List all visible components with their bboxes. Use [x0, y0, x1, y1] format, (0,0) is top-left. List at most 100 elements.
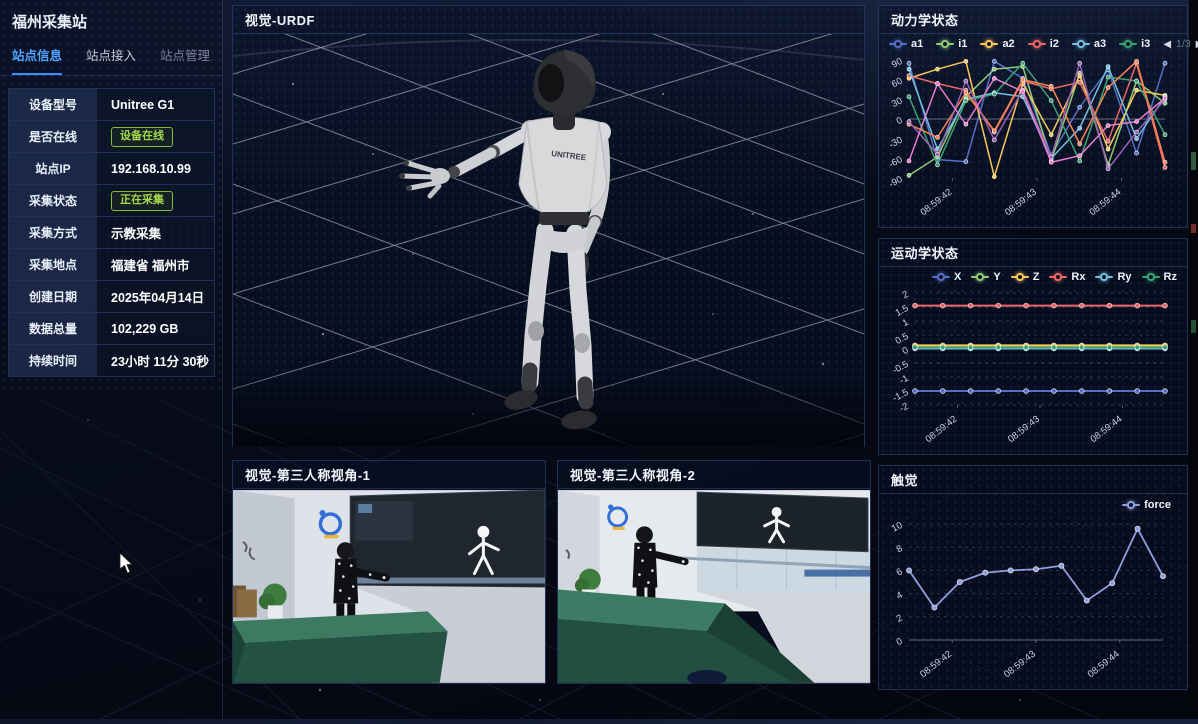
table-row: 是否在线设备在线 [9, 121, 214, 153]
svg-text:-1.5: -1.5 [891, 387, 911, 404]
table-row: 站点IP192.168.10.99 [9, 153, 214, 185]
legend-marker-icon [936, 40, 954, 48]
row-value: 示教采集 [97, 217, 214, 248]
svg-text:60: 60 [890, 76, 905, 91]
svg-text:2: 2 [901, 289, 911, 301]
legend-marker-icon [1049, 273, 1067, 281]
tab-站点管理[interactable]: 站点管理 [160, 45, 210, 75]
svg-text:0: 0 [895, 115, 905, 127]
table-row: 创建日期2025年04月14日 [9, 281, 214, 313]
sidebar-tabs: 站点信息站点接入站点管理 [0, 38, 222, 76]
svg-text:0.5: 0.5 [894, 331, 911, 347]
pager-prev-icon[interactable]: ◀ [1163, 39, 1171, 50]
camera1-panel: 视觉-第三人称视角-1 [232, 460, 546, 684]
svg-text:8: 8 [895, 543, 905, 555]
legend-item-X[interactable]: X [932, 271, 961, 283]
kinematics-panel: 运动学状态 XYZRxRyRz 21.510.50-0.5-1-1.5-208:… [878, 238, 1188, 455]
row-value: 福建省 福州市 [97, 249, 214, 280]
legend-item-a2[interactable]: a2 [980, 38, 1014, 50]
camera2-panel-title: 视觉-第三人称视角-2 [558, 461, 870, 489]
tactile-chart: 108642008:59:4208:59:4308:59:44 [879, 494, 1175, 686]
legend-item-Ry[interactable]: Ry [1095, 271, 1131, 283]
tactile-legend: force [1122, 499, 1171, 511]
station-sidebar: 福州采集站 站点信息站点接入站点管理 设备型号Unitree G1是否在线设备在… [0, 0, 222, 719]
page-title: 福州采集站 [0, 0, 222, 38]
urdf-panel: 视觉-URDF [232, 5, 865, 447]
svg-text:6: 6 [895, 566, 905, 578]
legend-item-i3[interactable]: i3 [1119, 38, 1150, 50]
svg-text:-90: -90 [887, 174, 904, 190]
row-value: Unitree G1 [97, 89, 214, 120]
tactile-panel: 触觉 force 108642008:59:4208:59:4308:59:44 [878, 465, 1188, 690]
svg-text:-1: -1 [898, 373, 911, 387]
row-label: 数据总量 [9, 313, 97, 344]
svg-text:-2: -2 [898, 401, 911, 415]
row-label: 创建日期 [9, 281, 97, 312]
svg-text:0: 0 [901, 345, 911, 357]
table-row: 采集状态正在采集 [9, 185, 214, 217]
svg-text:08:59:42: 08:59:42 [918, 187, 954, 218]
urdf-3d-viewport[interactable]: UNITREE [233, 34, 864, 452]
dynamics-legend: a1i1a2i2a3i3 ◀ 1/3 ▶ [879, 34, 1187, 52]
svg-text:08:59:44: 08:59:44 [1087, 187, 1123, 218]
svg-text:08:59:43: 08:59:43 [1003, 187, 1039, 218]
legend-marker-icon [1142, 273, 1160, 281]
legend-item-i2[interactable]: i2 [1028, 38, 1059, 50]
row-value: 正在采集 [97, 185, 214, 216]
row-label: 采集状态 [9, 185, 97, 216]
svg-text:08:59:43: 08:59:43 [1002, 649, 1038, 680]
svg-text:1.5: 1.5 [894, 303, 911, 319]
table-row: 持续时间23小时 11分 30秒 [9, 345, 214, 377]
legend-marker-icon [932, 273, 950, 281]
svg-text:90: 90 [890, 56, 905, 71]
camera2-scene [558, 489, 870, 684]
legend-marker-icon [971, 273, 989, 281]
legend-marker-icon [1072, 40, 1090, 48]
tab-站点信息[interactable]: 站点信息 [12, 45, 62, 75]
row-label: 设备型号 [9, 89, 97, 120]
svg-text:08:59:43: 08:59:43 [1006, 414, 1042, 445]
legend-item-force[interactable]: force [1122, 499, 1171, 511]
row-label: 采集方式 [9, 217, 97, 248]
urdf-panel-title: 视觉-URDF [233, 6, 864, 34]
row-value: 102,229 GB [97, 313, 214, 344]
table-row: 采集方式示教采集 [9, 217, 214, 249]
legend-marker-icon [1028, 40, 1046, 48]
table-row: 采集地点福建省 福州市 [9, 249, 214, 281]
legend-item-i1[interactable]: i1 [936, 38, 967, 50]
legend-item-Rz[interactable]: Rz [1142, 271, 1177, 283]
svg-text:08:59:42: 08:59:42 [918, 649, 954, 680]
dynamics-panel-title: 动力学状态 [879, 6, 1187, 34]
table-row: 设备型号Unitree G1 [9, 89, 214, 121]
station-info-table: 设备型号Unitree G1是否在线设备在线站点IP192.168.10.99采… [8, 88, 215, 377]
svg-text:-30: -30 [887, 135, 904, 151]
legend-item-Rx[interactable]: Rx [1049, 271, 1085, 283]
legend-item-a1[interactable]: a1 [889, 38, 923, 50]
legend-item-Z[interactable]: Z [1011, 271, 1040, 283]
legend-marker-icon [1011, 273, 1029, 281]
row-label: 站点IP [9, 153, 97, 184]
tab-站点接入[interactable]: 站点接入 [86, 45, 136, 75]
svg-text:2: 2 [895, 613, 905, 625]
row-value: 192.168.10.99 [97, 153, 214, 184]
row-value: 2025年04月14日 [97, 281, 214, 312]
legend-marker-icon [1095, 273, 1113, 281]
svg-text:08:59:44: 08:59:44 [1088, 414, 1124, 445]
svg-text:-60: -60 [887, 154, 904, 170]
legend-item-Y[interactable]: Y [971, 271, 1000, 283]
legend-item-a3[interactable]: a3 [1072, 38, 1106, 50]
urdf-3d-scene: UNITREE [233, 34, 864, 447]
legend-pager: ◀ 1/3 ▶ [1163, 38, 1198, 50]
sidebar-divider [222, 0, 223, 719]
svg-text:08:59:42: 08:59:42 [923, 414, 959, 445]
camera2-video [558, 489, 870, 689]
svg-text:0: 0 [895, 636, 905, 648]
row-label: 是否在线 [9, 121, 97, 152]
svg-text:-0.5: -0.5 [891, 359, 911, 376]
svg-text:1: 1 [901, 317, 911, 329]
svg-text:30: 30 [890, 95, 905, 110]
pager-page-indicator: 1/3 [1176, 38, 1191, 50]
camera1-video [233, 489, 545, 689]
legend-marker-icon [1122, 501, 1140, 509]
svg-text:08:59:44: 08:59:44 [1086, 649, 1122, 680]
